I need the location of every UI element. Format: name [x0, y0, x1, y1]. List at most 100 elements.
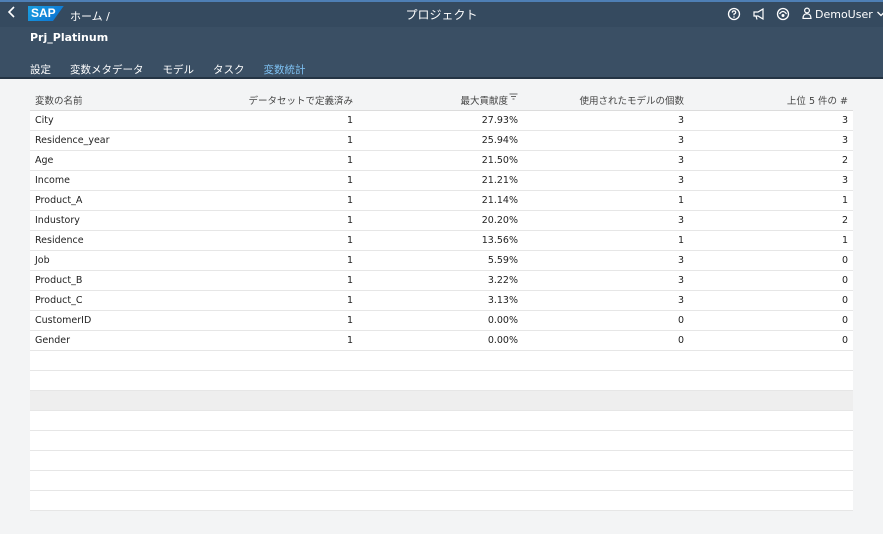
copilot-icon[interactable] [776, 7, 790, 21]
table-row[interactable]: CustomerID 1 0.00% 0 0 [30, 310, 853, 331]
column-header-max-contribution[interactable]: 最大貢献度 [358, 90, 523, 111]
table-row[interactable]: City 1 27.93% 3 3 [30, 110, 853, 131]
shell-bar: SAP ホーム / プロジェクト DemoUser [0, 0, 883, 27]
cell-top5-count: 3 [689, 130, 853, 151]
cell-max-contribution: 5.59% [358, 250, 523, 271]
cell-models-used: 3 [523, 210, 689, 231]
cell-top5-count: 0 [689, 290, 853, 311]
megaphone-icon[interactable] [752, 7, 766, 21]
tab-bar: 設定 変数メタデータ モデル タスク 変数統計 [30, 62, 306, 77]
sap-logo[interactable]: SAP [28, 6, 64, 21]
cell-models-used: 3 [523, 110, 689, 131]
cell-variable-name: Residence_year [30, 130, 190, 151]
table-row[interactable]: Product_C 1 3.13% 3 0 [30, 290, 853, 311]
table-header-row: 変数の名前 データセットで定義済み 最大貢献度 使用されたモデルの個数 上位 5… [30, 90, 853, 111]
empty-table-row [30, 370, 853, 391]
cell-max-contribution: 3.13% [358, 290, 523, 311]
cell-defined-in-dataset: 1 [190, 170, 358, 191]
cell-top5-count: 0 [689, 310, 853, 331]
cell-models-used: 1 [523, 230, 689, 251]
cell-variable-name: City [30, 110, 190, 131]
table-row[interactable]: Age 1 21.50% 3 2 [30, 150, 853, 171]
cell-models-used: 3 [523, 290, 689, 311]
tab-variable-metadata[interactable]: 変数メタデータ [70, 62, 144, 77]
cell-max-contribution: 20.20% [358, 210, 523, 231]
column-header-models-used[interactable]: 使用されたモデルの個数 [523, 90, 689, 111]
cell-defined-in-dataset: 1 [190, 110, 358, 131]
table-row[interactable]: Product_A 1 21.14% 1 1 [30, 190, 853, 211]
empty-cell [30, 490, 853, 511]
back-icon[interactable] [4, 5, 20, 23]
table-row[interactable]: Job 1 5.59% 3 0 [30, 250, 853, 271]
table-row[interactable]: Industory 1 20.20% 3 2 [30, 210, 853, 231]
object-header: Prj_Platinum 設定 変数メタデータ モデル タスク 変数統計 [0, 27, 883, 79]
cell-defined-in-dataset: 1 [190, 150, 358, 171]
breadcrumb-home[interactable]: ホーム / [70, 8, 110, 24]
cell-models-used: 0 [523, 310, 689, 331]
cell-models-used: 0 [523, 330, 689, 351]
tab-tasks[interactable]: タスク [213, 62, 245, 77]
cell-top5-count: 0 [689, 330, 853, 351]
cell-top5-count: 1 [689, 190, 853, 211]
cell-variable-name: Product_B [30, 270, 190, 291]
cell-models-used: 1 [523, 190, 689, 211]
column-header-variable-name[interactable]: 変数の名前 [30, 90, 190, 111]
cell-models-used: 3 [523, 130, 689, 151]
cell-variable-name: Product_C [30, 290, 190, 311]
empty-table-row [30, 390, 853, 411]
cell-max-contribution: 21.21% [358, 170, 523, 191]
cell-max-contribution: 21.50% [358, 150, 523, 171]
cell-defined-in-dataset: 1 [190, 190, 358, 211]
tab-variable-statistics[interactable]: 変数統計 [264, 62, 306, 77]
cell-max-contribution: 13.56% [358, 230, 523, 251]
cell-max-contribution: 27.93% [358, 110, 523, 131]
column-header-top5-count[interactable]: 上位 5 件の # [689, 90, 853, 111]
cell-top5-count: 1 [689, 230, 853, 251]
shell-title: プロジェクト [405, 8, 478, 22]
empty-table-row [30, 410, 853, 431]
cell-defined-in-dataset: 1 [190, 270, 358, 291]
cell-top5-count: 3 [689, 110, 853, 131]
column-header-label: 最大貢献度 [460, 95, 508, 107]
empty-cell [30, 370, 853, 391]
cell-variable-name: Product_A [30, 190, 190, 211]
table-row[interactable]: Income 1 21.21% 3 3 [30, 170, 853, 191]
chevron-down-icon [876, 8, 883, 21]
cell-top5-count: 2 [689, 210, 853, 231]
cell-top5-count: 0 [689, 270, 853, 291]
cell-defined-in-dataset: 1 [190, 290, 358, 311]
empty-cell [30, 350, 853, 371]
tab-models[interactable]: モデル [163, 62, 195, 77]
cell-variable-name: Industory [30, 210, 190, 231]
empty-cell [30, 410, 853, 431]
tab-settings[interactable]: 設定 [30, 62, 51, 77]
table-row[interactable]: Residence 1 13.56% 1 1 [30, 230, 853, 251]
cell-defined-in-dataset: 1 [190, 330, 358, 351]
empty-cell [30, 450, 853, 471]
empty-cell [30, 470, 853, 491]
cell-models-used: 3 [523, 250, 689, 271]
help-icon[interactable] [727, 7, 741, 21]
cell-variable-name: Residence [30, 230, 190, 251]
cell-defined-in-dataset: 1 [190, 230, 358, 251]
column-header-defined-in-dataset[interactable]: データセットで定義済み [190, 90, 358, 111]
cell-top5-count: 2 [689, 150, 853, 171]
person-icon [802, 7, 812, 22]
cell-defined-in-dataset: 1 [190, 310, 358, 331]
empty-table-row [30, 430, 853, 451]
cell-max-contribution: 0.00% [358, 310, 523, 331]
table-row[interactable]: Product_B 1 3.22% 3 0 [30, 270, 853, 291]
table-body: City 1 27.93% 3 3 Residence_year 1 25.94% 3 3 Age 1… [30, 110, 853, 511]
empty-table-row [30, 350, 853, 371]
cell-variable-name: CustomerID [30, 310, 190, 331]
cell-models-used: 3 [523, 170, 689, 191]
table-row[interactable]: Residence_year 1 25.94% 3 3 [30, 130, 853, 151]
cell-models-used: 3 [523, 150, 689, 171]
cell-variable-name: Income [30, 170, 190, 191]
user-menu[interactable]: DemoUser [802, 7, 883, 22]
empty-table-row [30, 450, 853, 471]
empty-table-row [30, 490, 853, 511]
sort-descending-icon [509, 93, 518, 104]
table-row[interactable]: Gender 1 0.00% 0 0 [30, 330, 853, 351]
cell-max-contribution: 0.00% [358, 330, 523, 351]
